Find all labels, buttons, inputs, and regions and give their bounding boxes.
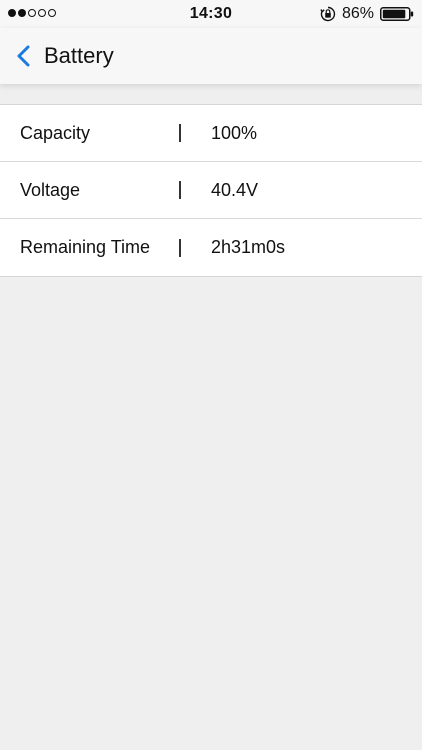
row-value: 2h31m0s [211,237,286,257]
row-label: Capacity [20,122,91,143]
row-label: Voltage [20,179,81,200]
list-item-remaining-time: Remaining Time 2h31m0s [0,219,422,276]
list-item-voltage: Voltage 40.4V [0,162,422,219]
chevron-left-icon [17,45,30,67]
battery-icon [380,7,414,21]
status-right-group: 86% [320,4,414,24]
orientation-lock-icon [320,6,336,22]
battery-screen: 14:30 86% Battery Capacity 100% Voltage … [0,0,422,750]
list-item-capacity: Capacity 100% [0,105,422,162]
battery-info-list: Capacity 100% Voltage 40.4V Remaining Ti… [0,104,422,277]
battery-percent: 86% [341,5,374,22]
navigation-bar: Battery [0,28,422,84]
back-button[interactable]: Battery [16,40,114,72]
row-label: Remaining Time [20,237,151,257]
row-divider [179,181,181,199]
row-divider [179,238,181,257]
row-value: 40.4V [211,179,259,200]
row-value: 100% [211,122,258,143]
page-title: Battery [44,43,114,68]
row-divider [179,124,181,142]
status-bar: 14:30 86% [0,0,422,28]
